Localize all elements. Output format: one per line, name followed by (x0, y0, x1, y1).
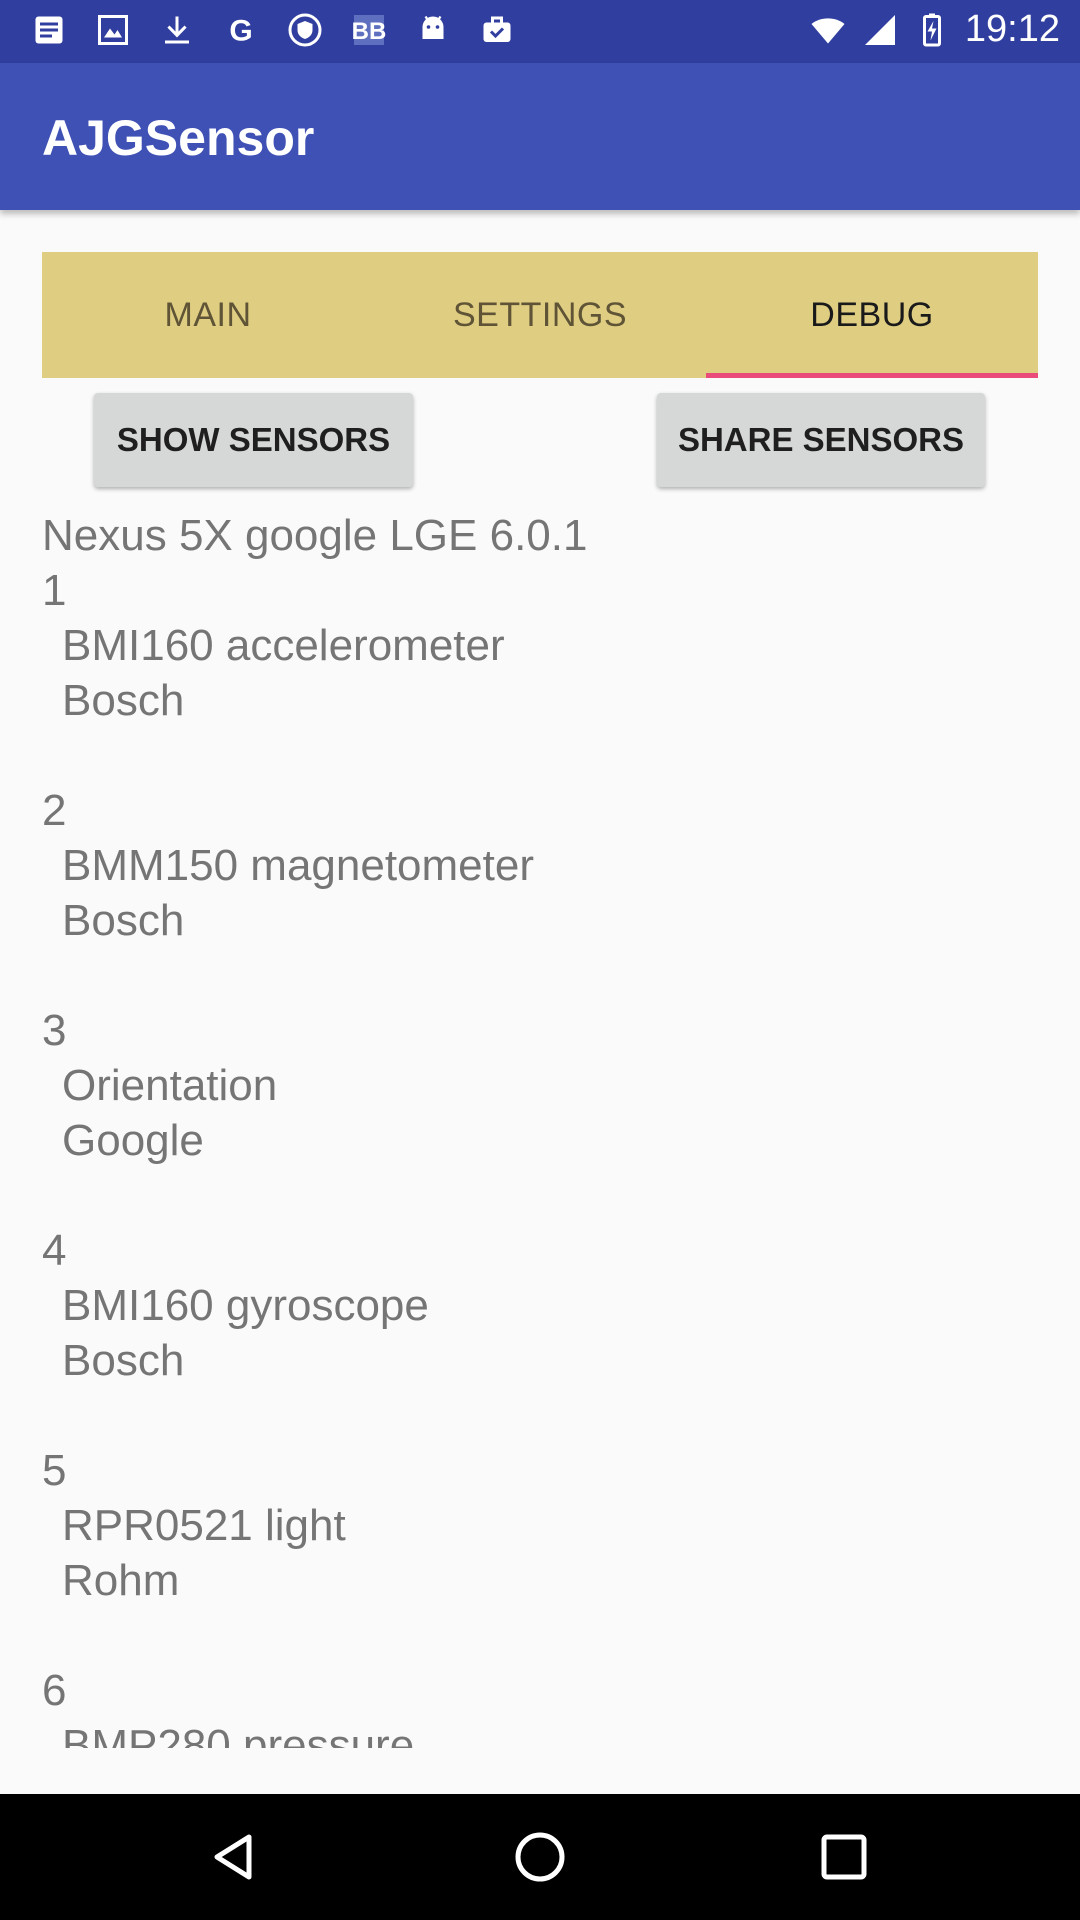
status-bar: G BB 19:12 (0, 0, 1080, 63)
sensor-vendor: Bosch (62, 676, 185, 725)
sensor-number: 1 (42, 566, 67, 615)
signal-icon (861, 10, 899, 50)
briefcase-icon (478, 10, 516, 50)
android-icon (414, 10, 452, 50)
svg-text:BB: BB (352, 18, 387, 45)
sensor-list[interactable]: Nexus 5X google LGE 6.0.1 1 BMI160 accel… (42, 508, 1042, 1748)
list-item: 2 BMM150 magnetometer Bosch (42, 783, 1042, 948)
list-item: 6 BMP280 pressure (42, 1663, 1042, 1748)
tab-main[interactable]: MAIN (42, 252, 374, 378)
sensor-name: BMI160 gyroscope (62, 1281, 429, 1330)
navigation-bar (0, 1794, 1080, 1920)
list-item: 3 Orientation Google (42, 1003, 1042, 1168)
sensor-vendor: Rohm (62, 1556, 180, 1605)
tab-debug[interactable]: DEBUG (706, 252, 1038, 378)
recent-apps-icon[interactable] (814, 1827, 874, 1887)
shield-icon (286, 10, 324, 50)
sensor-name: BMI160 accelerometer (62, 621, 505, 670)
list-item: 5 RPR0521 light Rohm (42, 1443, 1042, 1608)
wifi-icon (809, 10, 847, 50)
download-icon (158, 10, 196, 50)
sensor-name: BMP280 pressure (62, 1721, 415, 1748)
sensor-name: BMM150 magnetometer (62, 841, 534, 890)
share-sensors-button[interactable]: SHARE SENSORS (657, 393, 985, 487)
show-sensors-button[interactable]: SHOW SENSORS (94, 393, 413, 487)
clock: 19:12 (964, 8, 1060, 50)
sensor-number: 3 (42, 1006, 67, 1055)
sensor-name: Orientation (62, 1061, 278, 1110)
list-item: 4 BMI160 gyroscope Bosch (42, 1223, 1042, 1388)
home-icon[interactable] (510, 1827, 570, 1887)
battery-icon (913, 10, 951, 50)
notes-icon (30, 10, 68, 50)
bb-icon: BB (350, 10, 388, 50)
tab-bar: MAIN SETTINGS DEBUG (42, 252, 1038, 378)
google-icon: G (222, 10, 260, 50)
sensor-vendor: Google (62, 1116, 204, 1165)
app-title: AJGSensor (42, 110, 315, 166)
sensor-number: 2 (42, 786, 67, 835)
tab-settings[interactable]: SETTINGS (374, 252, 706, 378)
app-bar: AJGSensor (0, 63, 1080, 210)
list-item: 1 BMI160 accelerometer Bosch (42, 563, 1042, 728)
sensor-name: RPR0521 light (62, 1501, 346, 1550)
sensor-number: 5 (42, 1446, 67, 1495)
sensor-vendor: Bosch (62, 896, 185, 945)
sensor-number: 6 (42, 1666, 67, 1715)
back-icon[interactable] (205, 1827, 265, 1887)
sensor-number: 4 (42, 1226, 67, 1275)
sensor-vendor: Bosch (62, 1336, 185, 1385)
image-icon (94, 10, 132, 50)
svg-text:G: G (229, 15, 252, 48)
device-info: Nexus 5X google LGE 6.0.1 (42, 511, 588, 560)
